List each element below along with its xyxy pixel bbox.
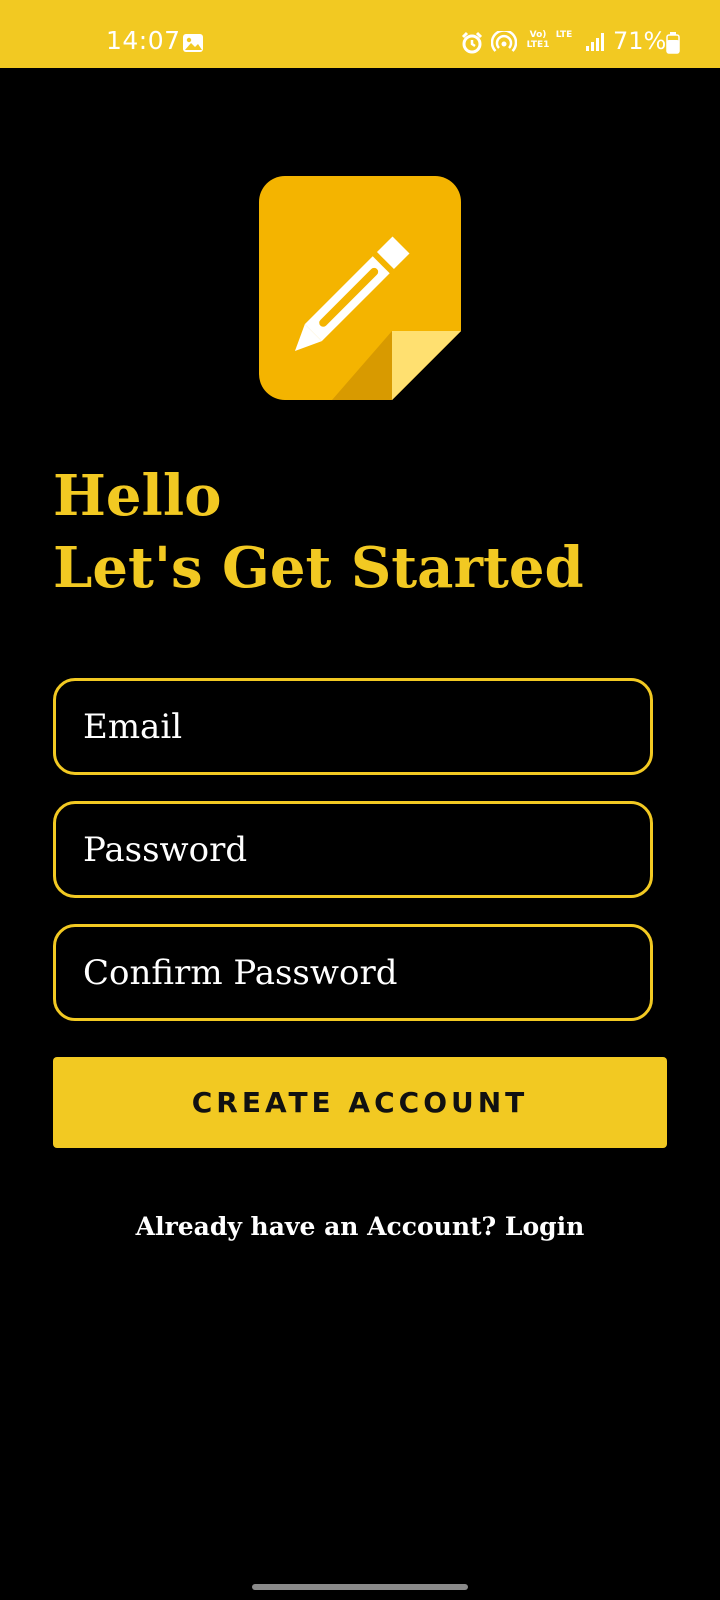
create-account-button[interactable]: CREATE ACCOUNT — [53, 1057, 667, 1148]
status-bar: 14:07 Vo) LTE1 LTE 71% — [0, 0, 720, 68]
lte-label: LTE — [555, 30, 573, 40]
confirm-password-field-container — [53, 924, 653, 1021]
greeting-subtitle: Let's Get Started — [53, 535, 584, 601]
password-field[interactable] — [56, 804, 650, 895]
battery-icon — [666, 32, 680, 58]
volte-label: Vo) LTE1 — [526, 30, 550, 50]
email-field-container — [53, 678, 653, 775]
confirm-password-field[interactable] — [56, 927, 650, 1018]
password-field-container — [53, 801, 653, 898]
home-indicator[interactable] — [252, 1584, 468, 1590]
greeting-hello: Hello — [53, 463, 222, 529]
battery-percent: 71% — [613, 27, 667, 55]
login-link[interactable]: Already have an Account? Login — [0, 1212, 720, 1241]
gallery-icon — [182, 33, 204, 57]
hotspot-icon — [490, 29, 518, 59]
signal-icon — [585, 32, 605, 56]
alarm-icon — [460, 31, 484, 59]
greeting-heading: Hello Let's Get Started — [53, 460, 584, 604]
status-time: 14:07 — [106, 26, 181, 55]
notepad-pencil-icon — [259, 176, 461, 404]
email-field[interactable] — [56, 681, 650, 772]
